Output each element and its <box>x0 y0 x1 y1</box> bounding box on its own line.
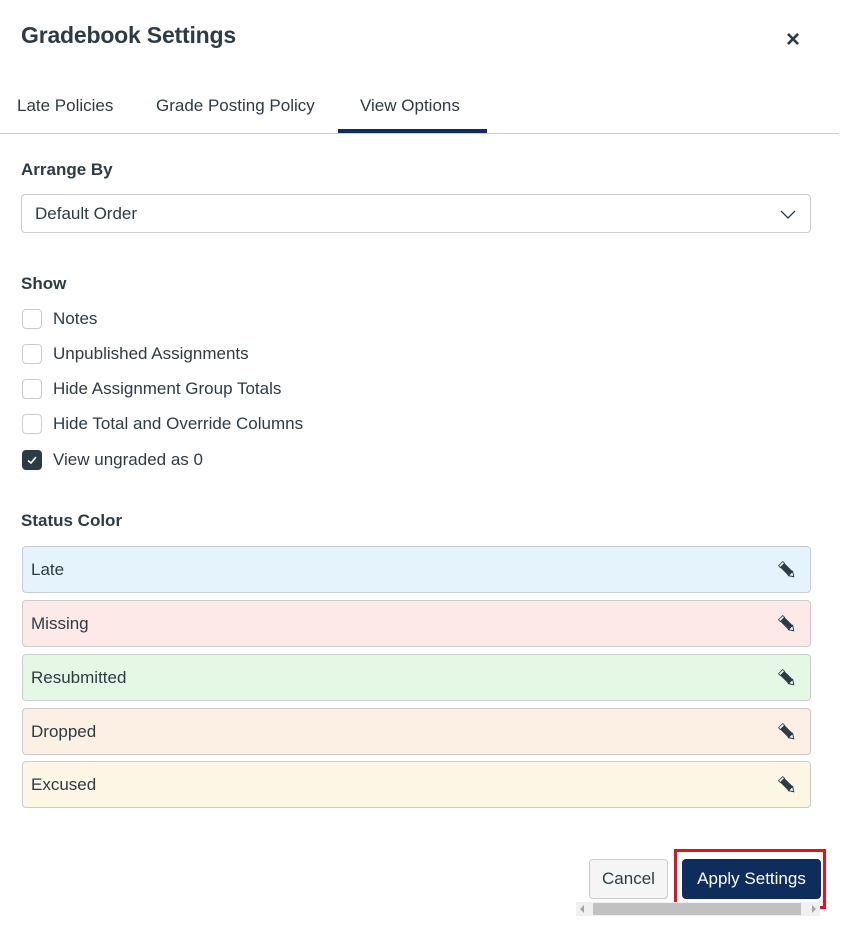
arrange-by-select[interactable]: Default Order <box>21 194 811 233</box>
tab-grade-posting-policy[interactable]: Grade Posting Policy <box>156 96 315 116</box>
status-row-late: Late <box>22 546 811 593</box>
pencil-icon[interactable] <box>777 722 797 742</box>
checkbox[interactable] <box>22 414 42 434</box>
pencil-icon[interactable] <box>777 775 797 795</box>
horizontal-scrollbar[interactable] <box>576 902 820 916</box>
checkbox-label: View ungraded as 0 <box>53 450 203 470</box>
close-icon[interactable]: × <box>786 26 800 54</box>
scroll-right-arrow[interactable] <box>812 905 816 913</box>
status-label: Missing <box>31 614 89 634</box>
arrange-by-label: Arrange By <box>21 160 113 180</box>
status-label: Excused <box>31 775 96 795</box>
checkbox[interactable] <box>22 379 42 399</box>
checkbox[interactable] <box>22 344 42 364</box>
checkbox-checked[interactable] <box>22 450 42 470</box>
status-row-resubmitted: Resubmitted <box>22 654 811 701</box>
checkbox-label: Notes <box>53 309 97 329</box>
checkbox-hide-total-override-columns[interactable]: Hide Total and Override Columns <box>22 412 303 436</box>
checkbox-label: Hide Assignment Group Totals <box>53 379 281 399</box>
scrollbar-thumb[interactable] <box>593 903 801 915</box>
checkbox-hide-assignment-group-totals[interactable]: Hide Assignment Group Totals <box>22 377 281 401</box>
checkbox-label: Unpublished Assignments <box>53 344 249 364</box>
checkbox-label: Hide Total and Override Columns <box>53 414 303 434</box>
arrange-by-value: Default Order <box>35 204 137 224</box>
show-label: Show <box>21 274 66 294</box>
status-row-dropped: Dropped <box>22 708 811 755</box>
cancel-button[interactable]: Cancel <box>589 859 668 899</box>
status-label: Resubmitted <box>31 668 126 688</box>
checkbox-view-ungraded-as-zero[interactable]: View ungraded as 0 <box>22 448 203 472</box>
checkbox-unpublished-assignments[interactable]: Unpublished Assignments <box>22 342 249 366</box>
checkbox[interactable] <box>22 309 42 329</box>
status-label: Late <box>31 560 64 580</box>
dialog-title: Gradebook Settings <box>21 22 236 49</box>
checkmark-icon <box>26 454 38 466</box>
checkbox-notes[interactable]: Notes <box>22 307 97 331</box>
tab-late-policies[interactable]: Late Policies <box>17 96 113 116</box>
status-color-label: Status Color <box>21 511 122 531</box>
tab-view-options[interactable]: View Options <box>360 96 460 116</box>
pencil-icon[interactable] <box>777 668 797 688</box>
status-label: Dropped <box>31 722 96 742</box>
status-row-missing: Missing <box>22 600 811 647</box>
scroll-left-arrow[interactable] <box>580 905 584 913</box>
chevron-down-icon <box>780 206 796 222</box>
status-row-excused: Excused <box>22 761 811 808</box>
active-tab-indicator <box>338 129 487 133</box>
apply-settings-button[interactable]: Apply Settings <box>682 859 821 899</box>
pencil-icon[interactable] <box>777 614 797 634</box>
pencil-icon[interactable] <box>777 560 797 580</box>
tab-bar: Late Policies Grade Posting Policy View … <box>0 80 839 134</box>
